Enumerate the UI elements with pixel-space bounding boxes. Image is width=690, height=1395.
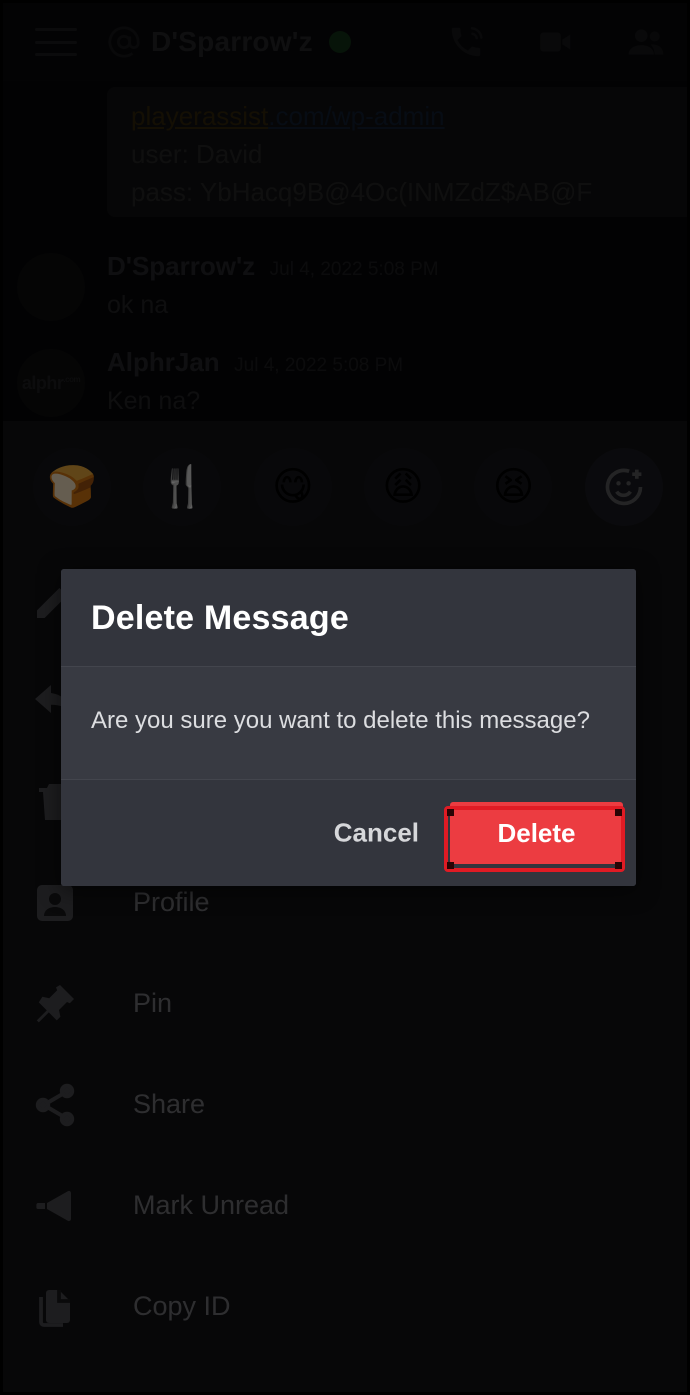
delete-button[interactable]: Delete	[450, 802, 623, 864]
dialog-header: Delete Message	[61, 569, 636, 666]
dialog-message: Are you sure you want to delete this mes…	[91, 707, 590, 734]
phone-screen: D'Sparrow'z playerassist.com/wp-admin us…	[0, 0, 690, 1395]
cancel-button[interactable]: Cancel	[320, 808, 433, 859]
dialog-body: Are you sure you want to delete this mes…	[61, 667, 636, 779]
dialog-title: Delete Message	[91, 599, 349, 637]
delete-message-dialog: Delete Message Are you sure you want to …	[61, 569, 636, 886]
dialog-actions: Cancel Delete	[61, 780, 636, 886]
